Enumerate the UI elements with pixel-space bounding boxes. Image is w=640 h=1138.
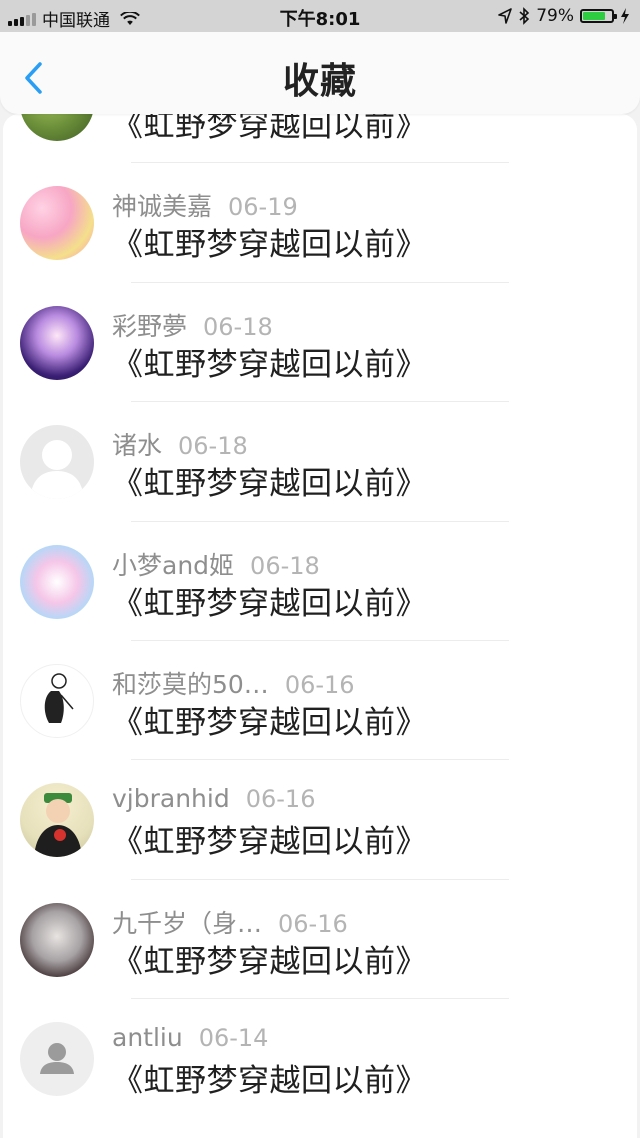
author-name: 神诚美嘉 <box>112 192 213 222</box>
item-title: 《虹野梦穿越回以前》 <box>112 704 427 741</box>
list-item[interactable]: 和莎莫的50… 06-16 《虹野梦穿越回以前》 <box>3 641 637 761</box>
status-bar: 中国联通 下午8:01 79% <box>0 0 640 32</box>
list-item[interactable]: 神诚美嘉 06-19 《虹野梦穿越回以前》 <box>3 163 637 283</box>
default-avatar-icon <box>30 440 84 500</box>
item-meta: 和莎莫的50… 06-16 <box>112 665 355 701</box>
favorites-list[interactable]: 《虹野梦穿越回以前》 神诚美嘉 06-19 《虹野梦穿越回以前》 彩野夢 06-18… <box>3 114 637 1138</box>
avatar[interactable] <box>20 114 94 141</box>
item-title: 《虹野梦穿越回以前》 <box>112 943 427 980</box>
author-name: 九千岁（身… <box>112 908 263 938</box>
author-name: vjbranhid <box>112 784 230 814</box>
item-title: 《虹野梦穿越回以前》 <box>112 824 427 861</box>
avatar[interactable] <box>20 425 94 500</box>
author-name: antliu <box>112 1023 183 1053</box>
cartoon-person-icon <box>34 793 82 858</box>
item-title: 《虹野梦穿越回以前》 <box>112 227 427 264</box>
item-meta: 小梦and姬 06-18 <box>112 546 320 582</box>
list-item[interactable]: antliu 06-14 《虹野梦穿越回以前》 <box>3 999 637 1118</box>
item-meta: vjbranhid 06-16 <box>112 784 315 813</box>
avatar[interactable] <box>20 186 94 261</box>
item-date: 06-16 <box>245 785 316 814</box>
list-item[interactable]: 彩野夢 06-18 《虹野梦穿越回以前》 <box>3 283 637 403</box>
item-title: 《虹野梦穿越回以前》 <box>112 585 427 622</box>
item-title: 《虹野梦穿越回以前》 <box>112 466 427 503</box>
list-item[interactable]: 九千岁（身… 06-16 《虹野梦穿越回以前》 <box>3 880 637 1000</box>
avatar[interactable] <box>20 783 94 858</box>
list-item[interactable]: 《虹野梦穿越回以前》 <box>3 114 637 164</box>
item-meta: antliu 06-14 <box>112 1023 268 1052</box>
item-date: 06-19 <box>228 193 298 222</box>
battery-percent: 79% <box>536 6 574 26</box>
item-title: 《虹野梦穿越回以前》 <box>112 346 427 383</box>
item-date: 06-18 <box>250 551 320 580</box>
item-date: 06-16 <box>278 909 348 938</box>
bluetooth-icon <box>519 7 530 25</box>
author-name: 小梦and姬 <box>112 550 235 580</box>
default-user-icon <box>40 1043 74 1075</box>
charging-bolt-icon <box>621 8 629 24</box>
nav-bar: 收藏 <box>0 32 640 114</box>
item-date: 06-18 <box>178 432 248 461</box>
item-meta: 诸水 06-18 <box>112 426 248 462</box>
author-name: 和莎莫的50… <box>112 669 269 699</box>
status-right: 79% <box>498 6 630 26</box>
avatar[interactable] <box>20 663 94 738</box>
item-title: 《虹野梦穿越回以前》 <box>112 114 427 144</box>
item-meta: 九千岁（身… 06-16 <box>112 904 348 940</box>
list-item[interactable]: 小梦and姬 06-18 《虹野梦穿越回以前》 <box>3 522 637 641</box>
list-item[interactable]: 诸水 06-18 《虹野梦穿越回以前》 <box>3 402 637 522</box>
sketch-figure-icon <box>44 673 74 723</box>
list-item[interactable]: vjbranhid 06-16 《虹野梦穿越回以前》 <box>3 760 637 880</box>
item-date: 06-16 <box>284 670 355 699</box>
page-title: 收藏 <box>282 61 357 102</box>
battery-icon <box>580 9 617 23</box>
item-date: 06-18 <box>203 312 273 341</box>
item-title: 《虹野梦穿越回以前》 <box>112 1063 427 1100</box>
author-name: 彩野夢 <box>112 311 188 341</box>
location-arrow-icon <box>498 8 513 24</box>
avatar[interactable] <box>20 544 94 619</box>
item-date: 06-14 <box>198 1024 269 1053</box>
battery-fill <box>583 12 606 20</box>
avatar[interactable] <box>20 1022 94 1097</box>
author-name: 诸水 <box>112 431 163 461</box>
item-meta: 神诚美嘉 06-19 <box>112 187 298 223</box>
avatar[interactable] <box>20 305 94 380</box>
avatar[interactable] <box>20 902 94 977</box>
item-meta: 彩野夢 06-18 <box>112 307 273 343</box>
